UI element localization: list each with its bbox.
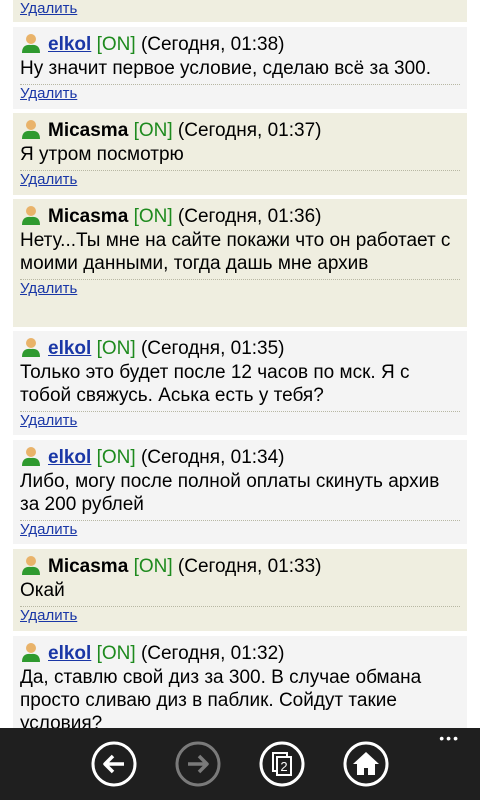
app-bar: ••• 2 (0, 728, 480, 800)
message-header: Micasma [ON] (Сегодня, 01:37) (20, 118, 460, 143)
more-options-icon[interactable]: ••• (439, 731, 460, 745)
message-header: elkol [ON] (Сегодня, 01:34) (20, 445, 460, 470)
message-text: Ну значит первое условие, сделаю всё за … (20, 58, 432, 79)
username: Micasma (48, 556, 129, 577)
message-item: Micasma [ON] (Сегодня, 01:37) Я утром по… (13, 113, 467, 195)
delete-link[interactable]: Удалить (20, 607, 77, 625)
post-time: (Сегодня, 01:37) (177, 120, 322, 141)
delete-link[interactable]: Удалить (20, 171, 77, 189)
message-header: elkol [ON] (Сегодня, 01:38) (20, 32, 460, 57)
post-time: (Сегодня, 01:34) (140, 447, 285, 468)
divider (20, 411, 460, 412)
online-status: [ON] (133, 556, 173, 577)
forward-icon[interactable] (174, 740, 222, 788)
message-item: Micasma [ON] (Сегодня, 01:33) Окай Удали… (13, 549, 467, 631)
user-avatar-icon (22, 120, 40, 139)
user-avatar-icon (22, 338, 40, 357)
message-item: elkol [ON] (Сегодня, 01:34) Либо, могу п… (13, 440, 467, 544)
message-text: Окай (20, 580, 65, 601)
user-avatar-icon (22, 643, 40, 662)
message-header: Micasma [ON] (Сегодня, 01:36) (20, 204, 460, 229)
online-status: [ON] (96, 34, 136, 55)
divider (20, 170, 460, 171)
online-status: [ON] (133, 206, 173, 227)
message-text: Я утром посмотрю (20, 144, 184, 165)
post-time: (Сегодня, 01:32) (140, 643, 285, 664)
user-avatar-icon (22, 34, 40, 53)
divider (20, 520, 460, 521)
tabs-icon[interactable]: 2 (258, 740, 306, 788)
message-item: elkol [ON] (Сегодня, 01:32) Да, ставлю с… (13, 636, 467, 728)
username-link[interactable]: elkol (48, 338, 91, 359)
home-icon[interactable] (342, 740, 390, 788)
divider (20, 279, 460, 280)
message-item: Micasma [ON] (Сегодня, 01:36) Нету...Ты … (13, 199, 467, 327)
user-avatar-icon (22, 556, 40, 575)
message-item: elkol [ON] (Сегодня, 01:38) Ну значит пе… (13, 27, 467, 109)
message-text: Нету...Ты мне на сайте покажи что он раб… (20, 230, 451, 274)
username-link[interactable]: elkol (48, 447, 91, 468)
post-time: (Сегодня, 01:36) (177, 206, 322, 227)
post-time: (Сегодня, 01:35) (140, 338, 285, 359)
delete-link[interactable]: Удалить (20, 521, 77, 539)
message-header: Micasma [ON] (Сегодня, 01:33) (20, 554, 460, 579)
delete-link[interactable]: Удалить (20, 412, 77, 430)
online-status: [ON] (96, 447, 136, 468)
user-avatar-icon (22, 206, 40, 225)
username: Micasma (48, 120, 129, 141)
divider (20, 606, 460, 607)
message-header: elkol [ON] (Сегодня, 01:32) (20, 641, 460, 666)
message-text: Да, ставлю свой диз за 300. В случае обм… (20, 667, 422, 728)
message-item: elkol [ON] (Сегодня, 01:35) Только это б… (13, 331, 467, 435)
message-text: Только это будет после 12 часов по мск. … (20, 362, 410, 406)
online-status: [ON] (96, 338, 136, 359)
message-text: Либо, могу после полной оплаты скинуть а… (20, 471, 440, 515)
message-item: Удалить (13, 0, 467, 22)
online-status: [ON] (133, 120, 173, 141)
online-status: [ON] (96, 643, 136, 664)
post-time: (Сегодня, 01:33) (177, 556, 322, 577)
delete-link[interactable]: Удалить (20, 0, 77, 18)
username: Micasma (48, 206, 129, 227)
delete-link[interactable]: Удалить (20, 280, 77, 298)
tab-count: 2 (280, 759, 287, 774)
back-icon[interactable] (90, 740, 138, 788)
user-avatar-icon (22, 447, 40, 466)
username-link[interactable]: elkol (48, 643, 91, 664)
message-header: elkol [ON] (Сегодня, 01:35) (20, 336, 460, 361)
username-link[interactable]: elkol (48, 34, 91, 55)
post-time: (Сегодня, 01:38) (140, 34, 285, 55)
divider (20, 84, 460, 85)
message-feed[interactable]: Удалить elkol [ON] (Сегодня, 01:38) Ну з… (0, 0, 480, 728)
delete-link[interactable]: Удалить (20, 85, 77, 103)
